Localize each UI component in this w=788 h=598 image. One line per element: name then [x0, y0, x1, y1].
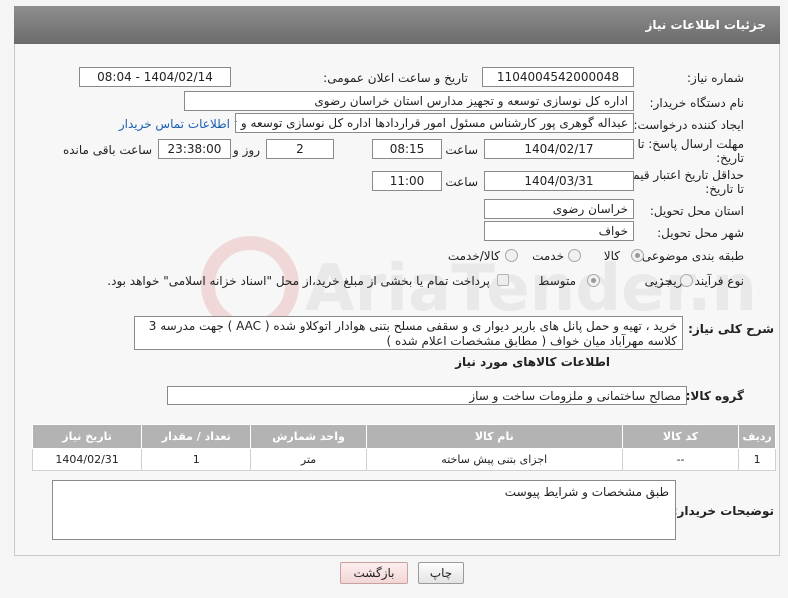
- purchase-type-radio-minor[interactable]: [680, 274, 693, 287]
- announce-date-label: تاریخ و ساعت اعلان عمومی:: [323, 71, 468, 85]
- announce-date-field: 1404/02/14 - 08:04: [79, 67, 231, 87]
- buyer-org-field: اداره کل نوسازی توسعه و تجهیز مدارس استا…: [184, 91, 634, 111]
- table-row: 1 -- اجزای بتنی پیش ساخته متر 1 1404/02/…: [31, 448, 776, 471]
- category-radio-goods-service[interactable]: [505, 249, 518, 262]
- goods-table-header-row: ردیف کد کالا نام کالا واحد شمارش تعداد /…: [31, 424, 776, 449]
- purchase-type-radio-medium[interactable]: [587, 274, 600, 287]
- category-radio-goods[interactable]: [631, 249, 644, 262]
- category-option-goods: کالا: [603, 249, 620, 263]
- cell-need-date: 1404/02/31: [31, 448, 143, 471]
- general-desc-field: خرید ، تهیه و حمل پانل های باربر دیوار ی…: [134, 316, 683, 350]
- category-option-service: خدمت: [532, 249, 564, 263]
- remaining-time-label: ساعت باقی مانده: [62, 143, 152, 157]
- col-header-quantity: تعداد / مقدار: [141, 424, 252, 449]
- col-header-item-code: کد کالا: [621, 424, 740, 449]
- need-number-field: 1104004542000048: [482, 67, 634, 87]
- col-header-item-name: نام کالا: [365, 424, 623, 449]
- city-label: شهر محل تحویل:: [657, 226, 744, 240]
- buyer-notes-field: طبق مشخصات و شرایط پیوست: [52, 480, 676, 540]
- province-field: خراسان رضوی: [484, 199, 634, 219]
- deadline-time-label: ساعت: [445, 143, 478, 157]
- deadline-date-field: 1404/02/17: [484, 139, 634, 159]
- print-button[interactable]: چاپ: [418, 562, 464, 584]
- remaining-days-field: 2: [266, 139, 334, 159]
- need-number-label: شماره نیاز:: [687, 71, 744, 85]
- cell-item-name: اجزای بتنی پیش ساخته: [365, 448, 623, 471]
- col-header-unit: واحد شمارش: [250, 424, 367, 449]
- deadline-time-field: 08:15: [372, 139, 442, 159]
- cell-row-number: 1: [738, 448, 776, 471]
- back-button[interactable]: بازگشت: [340, 562, 408, 584]
- price-validity-time-field: 11:00: [372, 171, 442, 191]
- deadline-label: مهلت ارسال پاسخ: تا تاریخ:: [637, 137, 744, 165]
- treasury-payment-note: پرداخت تمام یا بخشی از مبلغ خرید،از محل …: [107, 274, 490, 288]
- cell-quantity: 1: [141, 448, 252, 471]
- province-label: استان محل تحویل:: [649, 204, 744, 218]
- general-desc-label: شرح کلی نیاز:: [688, 322, 774, 336]
- remaining-time-field: 23:38:00: [158, 139, 231, 159]
- requester-field: عبداله گوهری پور کارشناس مسئول امور قرار…: [235, 113, 634, 133]
- page-title: جزئیات اطلاعات نیاز: [14, 6, 780, 44]
- requester-label: ایجاد کننده درخواست:: [633, 118, 744, 132]
- price-validity-date-field: 1404/03/31: [484, 171, 634, 191]
- cell-item-code: --: [621, 448, 740, 471]
- days-label: روز و: [233, 143, 260, 157]
- category-label: طبقه بندی موضوعی:: [637, 249, 744, 263]
- buyer-notes-label: توضیحات خریدار:: [672, 504, 774, 518]
- purchase-type-option-medium: متوسط: [538, 274, 576, 288]
- goods-group-label: گروه کالا:: [685, 389, 744, 403]
- category-option-goods-service: کالا/خدمت: [447, 249, 500, 263]
- buyer-org-label: نام دستگاه خریدار:: [649, 96, 745, 110]
- buyer-contact-link[interactable]: اطلاعات تماس خریدار: [119, 117, 230, 131]
- col-header-need-date: تاریخ نیاز: [31, 424, 143, 449]
- col-header-row-number: ردیف: [738, 424, 776, 449]
- cell-unit: متر: [250, 448, 367, 471]
- goods-group-field: مصالح ساختمانی و ملزومات ساخت و ساز: [167, 386, 687, 405]
- price-validity-time-label: ساعت: [445, 175, 478, 189]
- city-field: خواف: [484, 221, 634, 241]
- goods-table: ردیف کد کالا نام کالا واحد شمارش تعداد /…: [31, 424, 776, 471]
- category-radio-service[interactable]: [568, 249, 581, 262]
- purchase-type-option-minor: جزیی: [644, 274, 672, 288]
- treasury-payment-checkbox[interactable]: [497, 274, 509, 286]
- goods-section-title: اطلاعات کالاهای مورد نیاز: [455, 355, 610, 369]
